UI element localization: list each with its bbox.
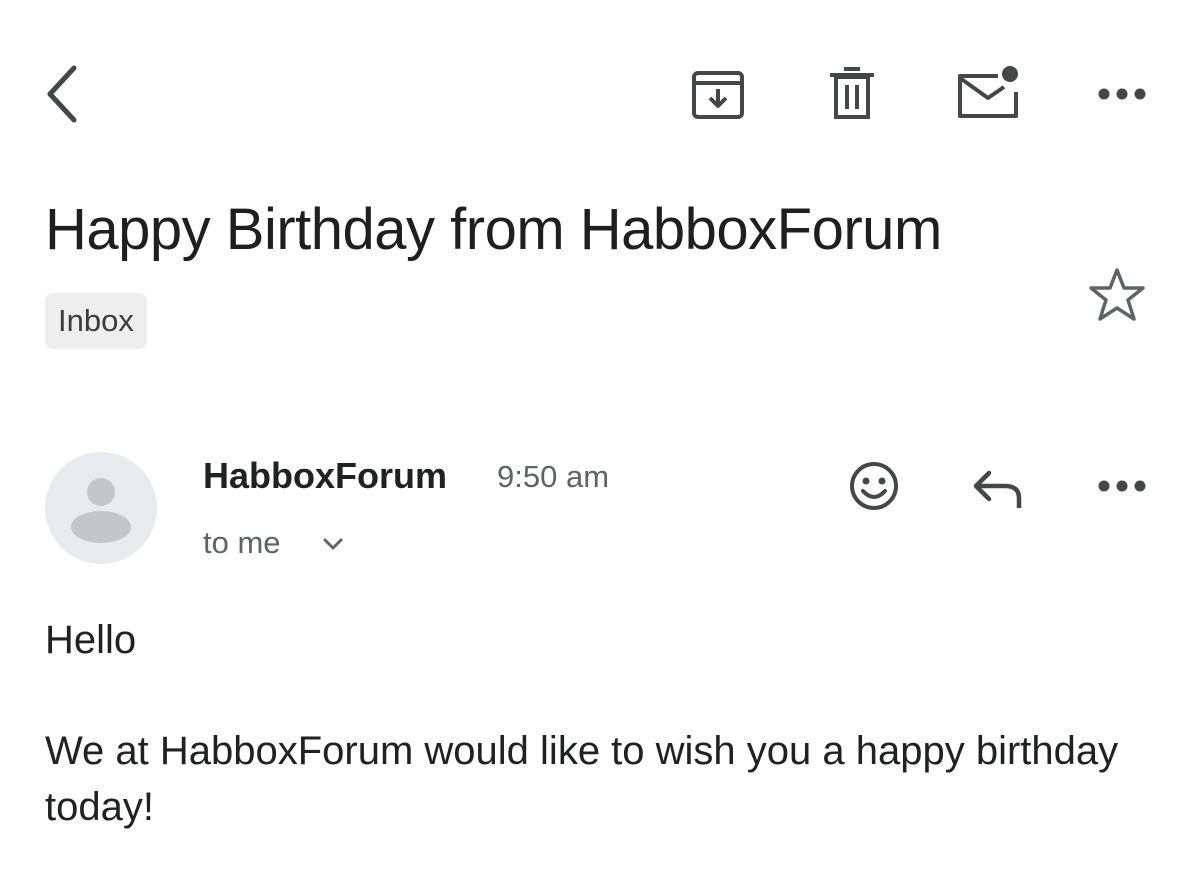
- delete-button[interactable]: [818, 60, 886, 126]
- reply-button[interactable]: [962, 456, 1034, 520]
- mark-unread-icon: [958, 66, 1018, 118]
- trash-icon: [830, 67, 874, 119]
- sender-avatar[interactable]: [45, 452, 157, 564]
- message-time: 9:50 am: [497, 459, 610, 494]
- star-button[interactable]: [1082, 262, 1152, 328]
- more-horizontal-icon: [1098, 88, 1146, 100]
- message-more-options-button[interactable]: [1090, 462, 1154, 510]
- chevron-left-icon: [47, 65, 77, 123]
- add-reaction-button[interactable]: [840, 452, 908, 520]
- sender-name: HabboxForum: [203, 455, 448, 496]
- recipient-summary[interactable]: to me: [203, 522, 281, 564]
- default-avatar-icon: [71, 478, 131, 543]
- message-greeting: Hello: [45, 618, 137, 662]
- archive-button[interactable]: [684, 62, 752, 126]
- chevron-down-icon: [323, 538, 343, 550]
- emoji-icon: [850, 462, 898, 510]
- more-options-button[interactable]: [1090, 70, 1154, 118]
- inbox-label-chip[interactable]: Inbox: [45, 293, 147, 349]
- reply-icon: [973, 470, 1022, 508]
- more-horizontal-icon: [1098, 480, 1146, 492]
- recipient-details-toggle[interactable]: [318, 530, 348, 558]
- archive-icon: [692, 71, 744, 119]
- email-subject: Happy Birthday from HabboxForum: [45, 197, 942, 262]
- star-outline-icon: [1089, 268, 1145, 321]
- mark-unread-button[interactable]: [950, 58, 1026, 124]
- back-button[interactable]: [30, 58, 94, 130]
- message-body: We at HabboxForum would like to wish you…: [45, 729, 1119, 829]
